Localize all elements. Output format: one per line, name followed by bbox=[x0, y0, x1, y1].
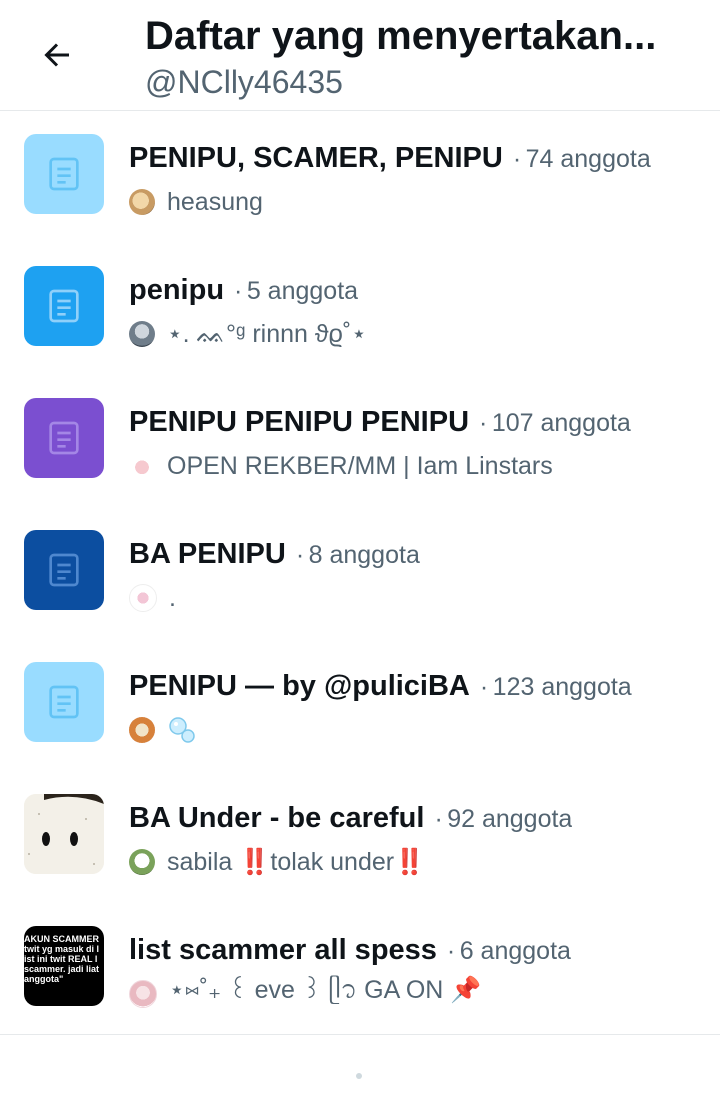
list-owner: OPEN REKBER/MM | Iam Linstars bbox=[129, 448, 553, 484]
list-owner: heasung bbox=[129, 184, 263, 220]
avatar bbox=[129, 189, 155, 215]
thumbnail-text: AKUN SCAMMER twit yg masuk di l ist ini … bbox=[24, 934, 100, 984]
lists-container: PENIPU, SCAMER, PENIPU · 74 anggota heasu… bbox=[0, 110, 720, 1034]
avatar bbox=[129, 584, 157, 612]
cartoon-face-image bbox=[24, 794, 104, 874]
list-thumbnail bbox=[24, 662, 104, 742]
list-item[interactable]: PENIPU PENIPU PENIPU · 107 anggota OPEN R… bbox=[0, 374, 720, 506]
list-owner bbox=[129, 712, 197, 748]
loading-indicator-dot bbox=[356, 1073, 362, 1079]
member-count: 123 anggota bbox=[492, 673, 632, 701]
list-item[interactable]: PENIPU, SCAMER, PENIPU · 74 anggota heasu… bbox=[0, 110, 720, 242]
list-item[interactable]: PENIPU — by @puliciBA · 123 anggota bbox=[0, 638, 720, 770]
owner-name: ⋆⑅˚₊ ꒰ eve ꒱ ᥫ᭡ GA ON 📌 bbox=[169, 975, 482, 1004]
owner-name: ⋆. ᨐ°ᵍ rinnn ϑϱ˚⋆ bbox=[167, 320, 367, 348]
member-count: 92 anggota bbox=[447, 805, 573, 833]
separator: · bbox=[479, 409, 488, 437]
list-icon bbox=[49, 553, 79, 587]
footer-divider bbox=[0, 1034, 720, 1035]
list-name: BA Under - be careful bbox=[129, 802, 425, 834]
avatar bbox=[129, 453, 155, 479]
member-count: 8 anggota bbox=[308, 541, 420, 569]
list-item[interactable]: BA PENIPU · 8 anggota . bbox=[0, 506, 720, 638]
list-name: BA PENIPU bbox=[129, 538, 286, 570]
separator: · bbox=[295, 541, 305, 569]
list-thumbnail bbox=[24, 530, 104, 610]
list-owner: . bbox=[129, 580, 176, 616]
list-item[interactable]: penipu · 5 anggota ⋆. ᨐ°ᵍ rinnn ϑϱ˚⋆ bbox=[0, 242, 720, 374]
member-count: 6 anggota bbox=[459, 937, 571, 965]
list-thumbnail-photo bbox=[24, 794, 104, 874]
list-thumbnail bbox=[24, 266, 104, 346]
list-thumbnail bbox=[24, 398, 104, 478]
list-owner: sabila ‼️tolak under‼️ bbox=[129, 844, 425, 880]
avatar bbox=[129, 980, 157, 1008]
avatar bbox=[129, 849, 155, 875]
separator: · bbox=[446, 937, 456, 965]
separator: · bbox=[512, 145, 522, 173]
page-title: Daftar yang menyertakan... bbox=[145, 14, 657, 58]
list-owner: ⋆. ᨐ°ᵍ rinnn ϑϱ˚⋆ bbox=[129, 316, 367, 352]
top-bar: Daftar yang menyertakan... @NClly46435 bbox=[0, 0, 720, 111]
separator: · bbox=[479, 673, 489, 701]
separator: · bbox=[234, 277, 243, 305]
member-count: 74 anggota bbox=[525, 145, 651, 173]
separator: · bbox=[434, 805, 443, 833]
list-name: PENIPU — by @puliciBA bbox=[129, 670, 470, 702]
bubbles-icon bbox=[169, 717, 195, 743]
member-count: 5 anggota bbox=[246, 277, 359, 305]
list-item[interactable]: BA Under - be careful · 92 anggota sabila… bbox=[0, 770, 720, 902]
owner-name: sabila ‼️tolak under‼️ bbox=[167, 847, 426, 876]
list-icon bbox=[49, 421, 79, 455]
arrow-left-icon bbox=[44, 43, 69, 67]
list-name: list scammer all spess bbox=[129, 934, 437, 966]
list-owner: ⋆⑅˚₊ ꒰ eve ꒱ ᥫ᭡ GA ON 📌 bbox=[129, 976, 481, 1012]
list-item[interactable]: AKUN SCAMMER twit yg masuk di l ist ini … bbox=[0, 902, 720, 1034]
list-icon bbox=[49, 289, 79, 323]
list-thumbnail bbox=[24, 134, 104, 214]
list-thumbnail-text-image: AKUN SCAMMER twit yg masuk di l ist ini … bbox=[24, 926, 104, 1006]
list-name: PENIPU, SCAMER, PENIPU bbox=[129, 142, 503, 174]
list-name: penipu bbox=[129, 274, 225, 306]
avatar bbox=[129, 717, 155, 743]
page-subtitle-handle: @NClly46435 bbox=[145, 64, 343, 100]
list-name: PENIPU PENIPU PENIPU bbox=[129, 406, 470, 438]
owner-name: . bbox=[169, 583, 176, 612]
owner-name: heasung bbox=[167, 187, 263, 216]
member-count: 107 anggota bbox=[491, 409, 631, 437]
owner-name: OPEN REKBER/MM | Iam Linstars bbox=[167, 451, 553, 480]
list-icon bbox=[49, 685, 79, 719]
list-icon bbox=[49, 157, 79, 191]
avatar bbox=[129, 321, 155, 347]
back-button[interactable] bbox=[36, 34, 78, 76]
